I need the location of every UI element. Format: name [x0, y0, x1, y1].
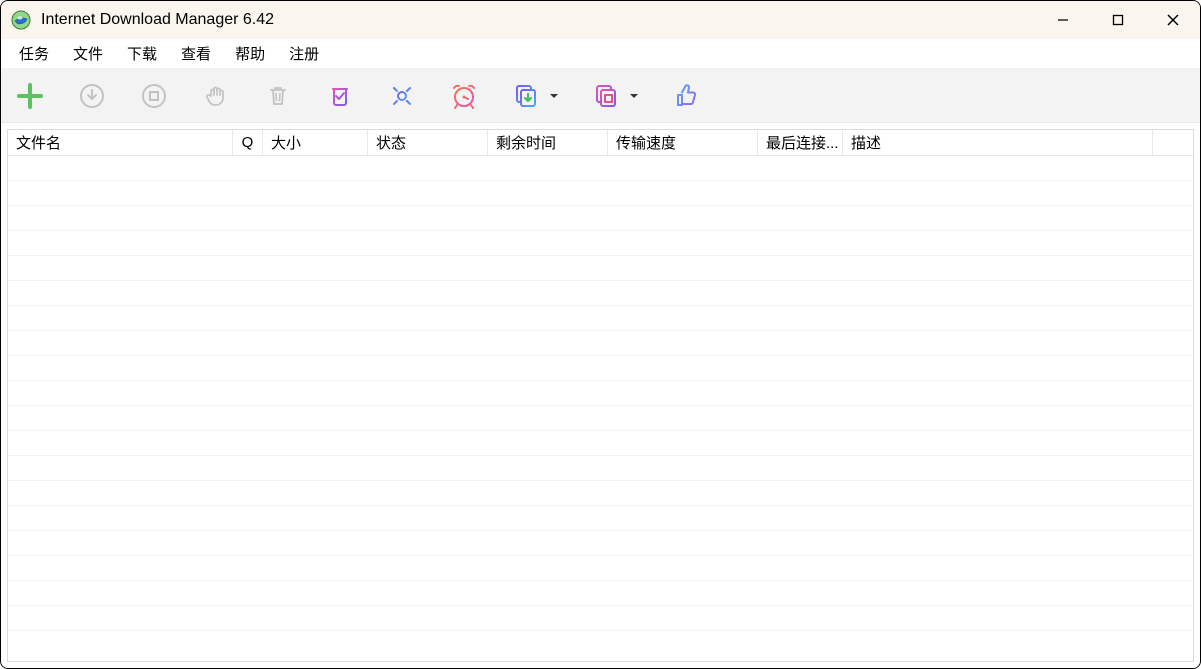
trash-check-icon	[325, 81, 355, 111]
table-row[interactable]	[8, 306, 1193, 331]
table-header: 文件名 Q 大小 状态 剩余时间 传输速度 最后连接... 描述	[8, 130, 1193, 156]
downloads-table: 文件名 Q 大小 状态 剩余时间 传输速度 最后连接... 描述	[7, 129, 1194, 662]
table-row[interactable]	[8, 406, 1193, 431]
col-speed[interactable]: 传输速度	[608, 130, 758, 156]
plus-icon	[15, 81, 45, 111]
table-row[interactable]	[8, 556, 1193, 581]
chevron-down-icon	[548, 90, 560, 102]
scheduler-button[interactable]	[447, 79, 481, 113]
stop-queue-dropdown[interactable]	[627, 79, 641, 113]
clock-alarm-icon	[447, 81, 481, 111]
menu-bar: 任务 文件 下载 查看 帮助 注册	[1, 39, 1200, 69]
col-description[interactable]: 描述	[843, 130, 1153, 156]
table-row[interactable]	[8, 156, 1193, 181]
minimize-button[interactable]	[1035, 1, 1090, 39]
content-area: 文件名 Q 大小 状态 剩余时间 传输速度 最后连接... 描述	[1, 123, 1200, 668]
app-window: Internet Download Manager 6.42 任务 文件 下载 …	[0, 0, 1201, 669]
start-queue-dropdown[interactable]	[547, 79, 561, 113]
col-status[interactable]: 状态	[368, 130, 488, 156]
menu-view[interactable]: 查看	[169, 39, 223, 68]
maximize-button[interactable]	[1090, 1, 1145, 39]
table-row[interactable]	[8, 281, 1193, 306]
resume-button[interactable]	[75, 79, 109, 113]
table-row[interactable]	[8, 381, 1193, 406]
col-lastconnect[interactable]: 最后连接...	[758, 130, 843, 156]
hand-icon	[201, 81, 231, 111]
table-row[interactable]	[8, 231, 1193, 256]
stop-queue-button[interactable]	[589, 79, 623, 113]
close-button[interactable]	[1145, 1, 1200, 39]
stop-circle-icon	[139, 81, 169, 111]
start-queue-button[interactable]	[509, 79, 543, 113]
table-row[interactable]	[8, 256, 1193, 281]
col-spacer	[1153, 130, 1193, 156]
table-row[interactable]	[8, 181, 1193, 206]
menu-tasks[interactable]: 任务	[7, 39, 61, 68]
toolbar	[1, 69, 1200, 123]
delete-completed-button[interactable]	[323, 79, 357, 113]
title-bar: Internet Download Manager 6.42	[1, 1, 1200, 39]
table-row[interactable]	[8, 481, 1193, 506]
col-size[interactable]: 大小	[263, 130, 368, 156]
table-body[interactable]	[8, 156, 1193, 661]
thumbs-up-icon	[671, 81, 701, 111]
app-logo-icon	[11, 10, 31, 30]
window-title: Internet Download Manager 6.42	[41, 11, 274, 29]
trash-icon	[263, 81, 293, 111]
like-button[interactable]	[669, 79, 703, 113]
stop-all-button[interactable]	[199, 79, 233, 113]
download-circle-icon	[77, 81, 107, 111]
table-row[interactable]	[8, 531, 1193, 556]
add-url-button[interactable]	[13, 79, 47, 113]
table-row[interactable]	[8, 506, 1193, 531]
col-queue[interactable]: Q	[233, 130, 263, 156]
table-row[interactable]	[8, 356, 1193, 381]
stop-button[interactable]	[137, 79, 171, 113]
col-timeleft[interactable]: 剩余时间	[488, 130, 608, 156]
table-row[interactable]	[8, 431, 1193, 456]
queue-stop-icon	[591, 81, 621, 111]
table-row[interactable]	[8, 456, 1193, 481]
menu-downloads[interactable]: 下载	[115, 39, 169, 68]
chevron-down-icon	[628, 90, 640, 102]
menu-help[interactable]: 帮助	[223, 39, 277, 68]
queue-download-icon	[511, 81, 541, 111]
table-row[interactable]	[8, 606, 1193, 631]
options-button[interactable]	[385, 79, 419, 113]
delete-button[interactable]	[261, 79, 295, 113]
col-filename[interactable]: 文件名	[8, 130, 233, 156]
menu-file[interactable]: 文件	[61, 39, 115, 68]
gear-icon	[387, 81, 417, 111]
table-row[interactable]	[8, 581, 1193, 606]
table-row[interactable]	[8, 331, 1193, 356]
menu-register[interactable]: 注册	[277, 39, 331, 68]
table-row[interactable]	[8, 206, 1193, 231]
